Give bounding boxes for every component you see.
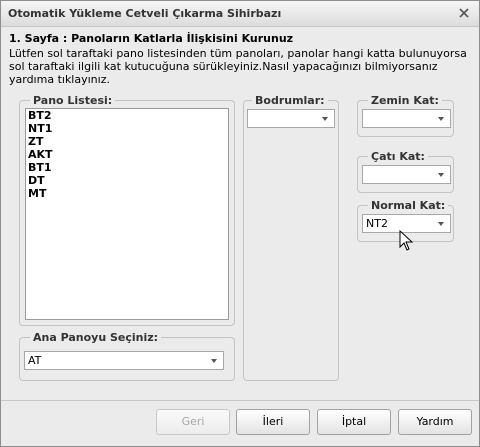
bodrumlar-group: Bodrumlar: (243, 94, 339, 381)
bodrumlar-label: Bodrumlar: (252, 94, 328, 107)
list-item[interactable]: AKT (26, 148, 228, 161)
list-item[interactable]: DT (26, 174, 228, 187)
list-item[interactable]: BT1 (26, 161, 228, 174)
cancel-button[interactable]: İptal (317, 409, 391, 435)
back-button[interactable]: Geri (156, 409, 230, 435)
cati-kat-label: Çatı Kat: (368, 150, 428, 163)
ana-pano-value: AT (28, 354, 42, 367)
page-description: Lütfen sol taraftaki pano listesinden tü… (9, 47, 467, 86)
list-item[interactable]: NT1 (26, 122, 228, 135)
ana-pano-label: Ana Panoyu Seçiniz: (30, 331, 162, 344)
chevron-down-icon (211, 359, 217, 363)
help-button[interactable]: Yardım (398, 409, 472, 435)
ana-pano-select[interactable]: AT (24, 351, 224, 370)
normal-kat-label: Normal Kat: (368, 199, 449, 212)
next-button[interactable]: İleri (236, 409, 310, 435)
title-bar: Otomatik Yükleme Cetveli Çıkarma Sihirba… (1, 1, 479, 27)
list-item[interactable]: ZT (26, 135, 228, 148)
chevron-down-icon (438, 173, 444, 177)
bodrumlar-select[interactable] (247, 109, 335, 128)
page-header: 1. Sayfa : Panoların Katlarla İlişkisini… (9, 32, 294, 45)
wizard-window: Otomatik Yükleme Cetveli Çıkarma Sihirba… (0, 0, 480, 447)
normal-kat-value: NT2 (366, 217, 388, 230)
zemin-kat-select[interactable] (362, 109, 451, 128)
mouse-pointer-icon (399, 230, 414, 251)
cati-kat-select[interactable] (362, 165, 451, 184)
close-button[interactable] (456, 5, 473, 22)
pano-listbox[interactable]: BT2 NT1 ZT AKT BT1 DT MT (25, 108, 229, 320)
list-item[interactable]: BT2 (26, 109, 228, 122)
chevron-down-icon (438, 222, 444, 226)
window-title: Otomatik Yükleme Cetveli Çıkarma Sihirba… (8, 7, 282, 20)
bottom-divider (1, 400, 479, 401)
zemin-kat-label: Zemin Kat: (368, 94, 442, 107)
list-item[interactable]: MT (26, 187, 228, 200)
pano-listesi-label: Pano Listesi: (30, 94, 116, 107)
close-icon (459, 8, 469, 18)
chevron-down-icon (438, 117, 444, 121)
chevron-down-icon (322, 117, 328, 121)
